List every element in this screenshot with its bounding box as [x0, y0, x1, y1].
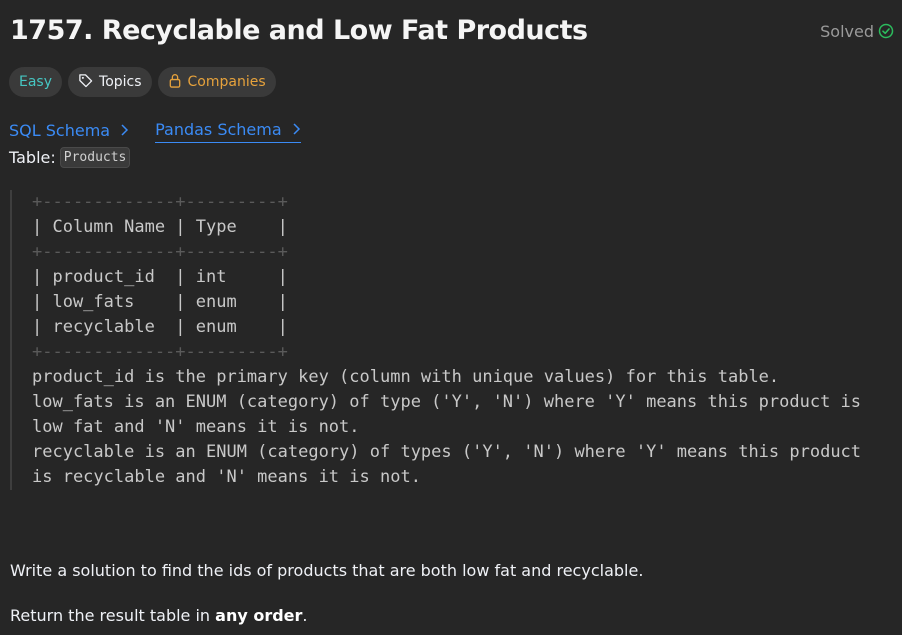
schema-border-mid: +-------------+---------+: [32, 242, 288, 262]
lock-icon: [168, 73, 182, 92]
return-prefix: Return the result table in: [10, 606, 216, 625]
topics-button[interactable]: Topics: [68, 67, 152, 97]
return-suffix: .: [302, 606, 308, 625]
chevron-right-icon: [292, 120, 301, 139]
sql-schema-label: SQL Schema: [9, 120, 111, 140]
description-line: recyclable is an ENUM (category) of type…: [32, 442, 862, 462]
description-line: low fat and 'N' means it is not.: [32, 417, 360, 437]
return-order-bold: any order: [215, 606, 303, 625]
sql-schema-link[interactable]: SQL Schema: [9, 120, 129, 143]
title-row: 1757. Recyclable and Low Fat Products So…: [10, 10, 894, 50]
table-label: Table: Products: [9, 147, 131, 168]
schema-row: | recyclable | enum |: [32, 317, 288, 337]
schema-table: +-------------+---------+ | Column Name …: [32, 190, 288, 365]
difficulty-label: Easy: [19, 74, 53, 90]
chevron-right-icon: [120, 121, 129, 140]
schema-description: product_id is the primary key (column wi…: [32, 365, 861, 490]
companies-label: Companies: [187, 74, 266, 90]
companies-button[interactable]: Companies: [157, 67, 276, 97]
description-line: is recyclable and 'N' means it is not.: [32, 467, 421, 487]
solved-label: Solved: [820, 21, 874, 41]
difficulty-badge: Easy: [9, 67, 63, 97]
solved-status: Solved: [820, 22, 894, 41]
check-circle-icon: [878, 23, 894, 39]
schema-tabs: SQL Schema Pandas Schema: [9, 120, 301, 143]
task-instruction: Write a solution to find the ids of prod…: [10, 561, 644, 580]
topics-label: Topics: [99, 74, 142, 90]
tag-row: Easy Topics Companies: [9, 67, 276, 97]
schema-header: | Column Name | Type |: [32, 217, 288, 237]
description-line: product_id is the primary key (column wi…: [32, 367, 780, 387]
table-label-text: Table:: [9, 148, 56, 167]
description-line: low_fats is an ENUM (category) of type (…: [32, 392, 862, 412]
schema-row: | product_id | int |: [32, 267, 288, 287]
table-name-code: Products: [59, 147, 131, 168]
pandas-schema-label: Pandas Schema: [155, 120, 282, 139]
schema-border-bottom: +-------------+---------+: [32, 342, 288, 362]
problem-title: 1757. Recyclable and Low Fat Products: [10, 14, 588, 46]
schema-code-block: +-------------+---------+ | Column Name …: [10, 190, 890, 490]
problem-description: 1757. Recyclable and Low Fat Products So…: [0, 0, 902, 635]
pandas-schema-link[interactable]: Pandas Schema: [155, 120, 301, 143]
schema-row: | low_fats | enum |: [32, 292, 288, 312]
tag-icon: [78, 73, 93, 92]
return-instruction: Return the result table in any order.: [10, 606, 308, 625]
schema-border-top: +-------------+---------+: [32, 192, 288, 212]
